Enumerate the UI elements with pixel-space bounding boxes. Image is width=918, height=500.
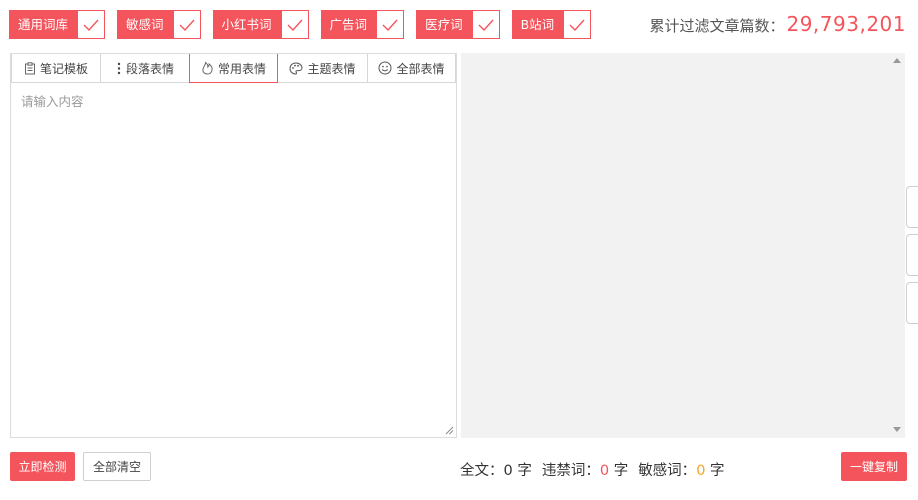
filter-ad-checkbox[interactable] xyxy=(376,10,405,39)
filter-bilibili[interactable]: B站词 xyxy=(511,10,592,39)
palette-icon xyxy=(289,61,303,75)
filter-sensitive-label[interactable]: 敏感词 xyxy=(117,10,173,39)
preview-panel xyxy=(461,53,905,438)
filter-general[interactable]: 通用词库 xyxy=(9,10,106,39)
side-tab-3[interactable] xyxy=(906,282,918,324)
filter-bar: 通用词库 敏感词 小红书词 广告词 医疗词 B站词 xyxy=(9,10,603,39)
side-tab-1[interactable] xyxy=(906,186,918,228)
filter-medical-label[interactable]: 医疗词 xyxy=(416,10,472,39)
stat-sensitive-label: 敏感词： xyxy=(638,463,697,479)
tab-paragraph-emoji-label: 段落表情 xyxy=(125,61,174,76)
fire-icon xyxy=(202,61,213,75)
check-icon xyxy=(569,19,585,31)
filter-general-label[interactable]: 通用词库 xyxy=(9,10,78,39)
text-editor[interactable]: 笔记模板 段落表情 常用表情 主题表情 全部表情 请输入内容 xyxy=(10,53,457,438)
filter-ad[interactable]: 广告词 xyxy=(320,10,405,39)
stat-total-unit: 字 xyxy=(517,463,532,479)
tab-theme-emoji-label: 主题表情 xyxy=(307,61,356,76)
editor-toolbar: 笔记模板 段落表情 常用表情 主题表情 全部表情 xyxy=(11,54,456,83)
counter-value: 29,793,201 xyxy=(786,12,906,36)
filter-sensitive-checkbox[interactable] xyxy=(172,10,201,39)
tab-paragraph-emoji[interactable]: 段落表情 xyxy=(101,54,190,83)
detect-button[interactable]: 立即检测 xyxy=(10,452,75,481)
tab-all-emoji[interactable]: 全部表情 xyxy=(368,54,456,83)
preview-scrollbar[interactable] xyxy=(889,53,905,438)
stat-sensitive-unit: 字 xyxy=(710,463,725,479)
filter-bilibili-label[interactable]: B站词 xyxy=(511,10,564,39)
filter-medical[interactable]: 医疗词 xyxy=(416,10,500,39)
tab-common-emoji-label: 常用表情 xyxy=(217,61,266,76)
copy-all-button[interactable]: 一键复制 xyxy=(841,452,907,481)
scroll-up-icon[interactable] xyxy=(893,58,901,63)
filter-bilibili-checkbox[interactable] xyxy=(563,10,592,39)
filter-xiaohongshu-checkbox[interactable] xyxy=(280,10,309,39)
stat-total: 全文：0 字 xyxy=(460,459,532,480)
stat-banned-unit: 字 xyxy=(613,463,629,479)
filtered-article-counter: 累计过滤文章篇数： 29,793,201 xyxy=(649,12,906,36)
stat-banned: 违禁词：0 字 xyxy=(542,459,628,480)
tab-theme-emoji[interactable]: 主题表情 xyxy=(278,54,368,83)
check-icon xyxy=(478,19,494,31)
filter-general-checkbox[interactable] xyxy=(77,10,106,39)
editor-placeholder[interactable]: 请输入内容 xyxy=(21,91,84,110)
stat-banned-value: 0 xyxy=(599,463,610,479)
word-stats: 全文：0 字 违禁词：0 字 敏感词：0 字 xyxy=(460,459,735,480)
stat-banned-label: 违禁词： xyxy=(541,463,600,479)
tab-common-emoji[interactable]: 常用表情 xyxy=(189,54,278,83)
stat-sensitive-value: 0 xyxy=(696,463,706,479)
stat-total-label: 全文： xyxy=(460,463,504,479)
scroll-down-icon[interactable] xyxy=(893,427,901,432)
filter-ad-label[interactable]: 广告词 xyxy=(320,10,377,39)
filter-xiaohongshu-label[interactable]: 小红书词 xyxy=(212,10,281,39)
more-vertical-icon xyxy=(117,62,121,74)
filter-xiaohongshu[interactable]: 小红书词 xyxy=(212,10,309,39)
tab-notes-template[interactable]: 笔记模板 xyxy=(11,54,101,83)
counter-label: 累计过滤文章篇数： xyxy=(649,17,785,35)
smiley-icon xyxy=(378,61,392,75)
tab-notes-template-label: 笔记模板 xyxy=(39,61,88,76)
check-icon xyxy=(83,19,99,31)
filter-medical-checkbox[interactable] xyxy=(471,10,500,39)
filter-sensitive[interactable]: 敏感词 xyxy=(117,10,201,39)
clipboard-icon xyxy=(24,61,35,74)
tab-all-emoji-label: 全部表情 xyxy=(396,61,445,76)
app-root: 通用词库 敏感词 小红书词 广告词 医疗词 B站词 累计过滤文章篇数： 29,7… xyxy=(0,0,918,500)
check-icon xyxy=(179,19,195,31)
stat-sensitive: 敏感词：0 字 xyxy=(638,459,724,480)
stat-total-value: 0 xyxy=(503,463,513,479)
side-tab-2[interactable] xyxy=(906,234,918,276)
resize-handle-icon[interactable] xyxy=(445,426,454,435)
check-icon xyxy=(287,19,303,31)
check-icon xyxy=(382,19,398,31)
clear-all-button[interactable]: 全部清空 xyxy=(83,452,151,481)
